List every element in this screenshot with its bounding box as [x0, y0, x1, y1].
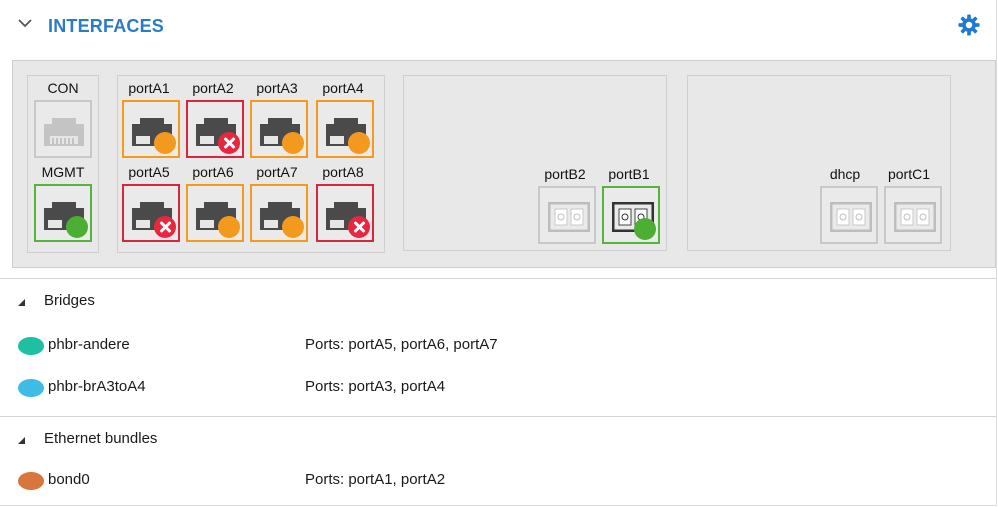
port-label: portA2 — [192, 80, 234, 96]
status-warning-icon — [282, 216, 304, 238]
port-b1[interactable] — [602, 186, 660, 244]
collapse-triangle-icon[interactable] — [18, 299, 25, 306]
bridge-ports: Ports: portA3, portA4 — [305, 378, 446, 395]
management-group: CON MGMT — [27, 75, 99, 253]
bundles-section: Ethernet bundles bond0 Ports: portA1, po… — [0, 416, 996, 506]
status-warning-icon — [348, 132, 370, 154]
status-up-icon — [66, 216, 88, 238]
port-label: CON — [47, 80, 79, 96]
bridge-color-dot-icon — [18, 379, 44, 397]
port-a6[interactable] — [186, 184, 244, 242]
panel-header: INTERFACES — [0, 0, 996, 52]
port-group-c: dhcp portC1 — [687, 75, 951, 251]
interfaces-panel: INTERFACES CON MGMT portA1 portA2 portA3… — [0, 0, 997, 506]
ethernet-port-icon — [44, 118, 84, 146]
port-label: portA8 — [322, 164, 364, 180]
fiber-port-icon — [548, 202, 590, 232]
collapse-triangle-icon[interactable] — [18, 437, 25, 444]
panel-title: INTERFACES — [48, 16, 165, 36]
port-label: portA1 — [128, 80, 170, 96]
port-label: portA3 — [256, 80, 298, 96]
bundle-color-dot-icon — [18, 472, 44, 490]
port-dhcp[interactable] — [820, 186, 878, 244]
bridge-name: phbr-brA3toA4 — [48, 378, 146, 395]
port-group-b: portB2 portB1 — [403, 75, 667, 251]
section-heading: Ethernet bundles — [44, 430, 158, 447]
bridge-color-dot-icon — [18, 337, 44, 355]
port-c1[interactable] — [884, 186, 942, 244]
port-label: portA6 — [192, 164, 234, 180]
port-mgmt[interactable] — [34, 184, 92, 242]
port-b2[interactable] — [538, 186, 596, 244]
gear-icon[interactable] — [958, 14, 980, 36]
status-up-icon — [634, 218, 656, 240]
section-heading: Bridges — [44, 292, 95, 309]
port-label: portC1 — [887, 166, 931, 182]
status-error-icon — [348, 216, 370, 238]
port-a5[interactable] — [122, 184, 180, 242]
bundle-name: bond0 — [48, 471, 90, 488]
port-label: portA4 — [322, 80, 364, 96]
bridge-name: phbr-andere — [48, 336, 130, 353]
bundle-ports: Ports: portA1, portA2 — [305, 471, 446, 488]
chevron-down-icon[interactable] — [18, 16, 32, 30]
port-label: MGMT — [41, 164, 85, 180]
status-error-icon — [154, 216, 176, 238]
bridges-section: Bridges phbr-andere Ports: portA5, portA… — [0, 278, 996, 415]
port-label: portA7 — [256, 164, 298, 180]
port-a3[interactable] — [250, 100, 308, 158]
bridge-ports: Ports: portA5, portA6, portA7 — [305, 336, 498, 353]
port-a7[interactable] — [250, 184, 308, 242]
port-label: portA5 — [128, 164, 170, 180]
port-a4[interactable] — [316, 100, 374, 158]
status-error-icon — [218, 132, 240, 154]
port-label: portB2 — [544, 166, 586, 182]
status-warning-icon — [218, 216, 240, 238]
port-con[interactable] — [34, 100, 92, 158]
port-label: portB1 — [608, 166, 650, 182]
port-a2[interactable] — [186, 100, 244, 158]
status-warning-icon — [282, 132, 304, 154]
fiber-port-icon — [830, 202, 872, 232]
port-a1[interactable] — [122, 100, 180, 158]
port-area: CON MGMT portA1 portA2 portA3 portA4 por… — [12, 60, 996, 268]
fiber-port-icon — [894, 202, 936, 232]
port-group-a: portA1 portA2 portA3 portA4 portA5 portA — [117, 75, 385, 253]
status-warning-icon — [154, 132, 176, 154]
port-label: dhcp — [829, 166, 861, 182]
port-a8[interactable] — [316, 184, 374, 242]
